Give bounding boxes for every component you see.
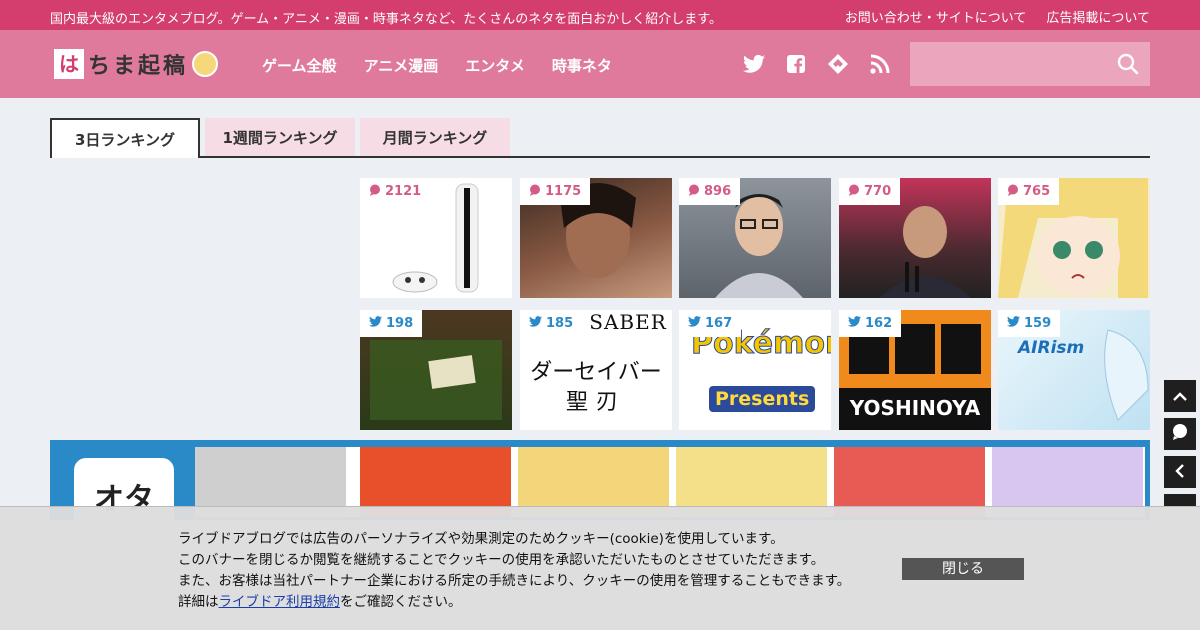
comment-count: 2121 <box>385 184 422 199</box>
twitter-icon[interactable] <box>742 52 766 76</box>
ranking-tabs: 3日ランキング 1週間ランキング 月間ランキング <box>50 118 1150 158</box>
twitter-icon <box>688 316 701 331</box>
chevron-up-icon <box>1173 387 1187 406</box>
logo-mark: は <box>54 49 84 79</box>
ranking-card[interactable]: 770 <box>839 178 991 298</box>
tab-1week[interactable]: 1週間ランキング <box>205 118 355 156</box>
comment-count-badge: 770 <box>839 178 901 205</box>
tab-monthly[interactable]: 月間ランキング <box>360 118 510 156</box>
cookie-line: このバナーを閉じるか閲覧を継続することでクッキーの使用を承認いただいたものとさせ… <box>178 552 825 568</box>
tweet-count-badge: 167 <box>679 310 742 337</box>
nav-item-entertainment[interactable]: エンタメ <box>465 55 525 76</box>
nav-item-anime-manga[interactable]: アニメ漫画 <box>364 55 439 76</box>
cookie-line: 詳細はライブドア利用規約をご確認ください。 <box>178 592 850 613</box>
comment-icon <box>688 184 700 200</box>
cookie-line: また、お客様は当社パートナー企業における所定の手続きにより、クッキーの使用を管理… <box>178 573 851 589</box>
facebook-icon[interactable] <box>784 52 808 76</box>
nav-item-games[interactable]: ゲーム全般 <box>262 55 337 76</box>
search-input[interactable] <box>910 42 1110 86</box>
nav-item-news[interactable]: 時事ネタ <box>552 55 612 76</box>
twitter-icon <box>529 316 542 331</box>
comment-icon <box>1007 184 1019 200</box>
thumbnail-text: Presents <box>709 386 816 412</box>
comment-count-badge: 896 <box>679 178 741 205</box>
comment-count: 765 <box>1023 184 1051 199</box>
comment-count: 770 <box>864 184 892 199</box>
cookie-close-button[interactable]: 閉じる <box>902 558 1024 580</box>
site-header: は ちま起稿 ゲーム全般 アニメ漫画 エンタメ 時事ネタ <box>0 30 1200 98</box>
comment-icon <box>529 184 541 200</box>
cookie-line-suffix: をご確認ください。 <box>340 594 462 610</box>
feedly-icon[interactable] <box>826 52 850 76</box>
cookie-notice-text: ライブドアブログでは広告のパーソナライズや効果測定のためクッキー(cookie)… <box>178 529 850 613</box>
comment-count: 1175 <box>545 184 582 199</box>
twitter-icon <box>1007 316 1020 331</box>
cookie-line-prefix: 詳細は <box>178 594 219 610</box>
ranking-card[interactable]: 198 <box>360 310 512 430</box>
tweet-count-badge: 198 <box>360 310 423 337</box>
tweet-count-badge: 159 <box>998 310 1061 337</box>
mascot-icon <box>192 51 219 77</box>
comments-button[interactable] <box>1164 418 1196 450</box>
comment-icon <box>369 184 381 200</box>
main-nav: ゲーム全般 アニメ漫画 エンタメ 時事ネタ <box>262 55 612 76</box>
ranking-card[interactable]: YOSHINOYA 162 <box>839 310 991 430</box>
tweet-count: 162 <box>865 316 893 331</box>
tweet-count-badge: 162 <box>839 310 902 337</box>
ranking-card[interactable]: 765 <box>998 178 1150 298</box>
cookie-banner: ライブドアブログでは広告のパーソナライズや効果測定のためクッキー(cookie)… <box>0 506 1200 630</box>
advertising-link[interactable]: 広告掲載について <box>1046 7 1150 26</box>
ranking-card[interactable]: 1175 <box>520 178 672 298</box>
tweet-count: 198 <box>386 316 414 331</box>
cookie-line: ライブドアブログでは広告のパーソナライズや効果測定のためクッキー(cookie)… <box>178 531 784 547</box>
terms-link[interactable]: ライブドア利用規約 <box>219 594 341 610</box>
tweet-count-badge: 185 <box>520 310 583 337</box>
scroll-top-button[interactable] <box>1164 380 1196 412</box>
tab-3day[interactable]: 3日ランキング <box>50 118 200 158</box>
ranking-card[interactable]: 2121 <box>360 178 512 298</box>
twitter-icon <box>848 316 861 331</box>
comment-icon <box>848 184 860 200</box>
thumbnail-text: YOSHINOYA <box>849 396 981 420</box>
thumbnail-text: AIRism <box>1018 338 1085 358</box>
comment-count-badge: 1175 <box>520 178 591 205</box>
next-button[interactable] <box>1164 494 1196 506</box>
tweet-count: 159 <box>1024 316 1052 331</box>
thumbnail-text: SABER <box>589 310 667 334</box>
logo-text: ちま起稿 <box>88 54 189 79</box>
top-links: お問い合わせ・サイトについて 広告掲載について <box>845 7 1150 26</box>
social-links <box>742 52 892 76</box>
twitter-icon <box>369 316 382 331</box>
thumbnail-text: 聖刃 <box>565 390 626 415</box>
site-tagline: 国内最大級のエンタメブログ。ゲーム・アニメ・漫画・時事ネタなど、たくさんのネタを… <box>50 12 722 27</box>
tweet-count: 185 <box>546 316 574 331</box>
ranking-card[interactable]: SABER ダーセイバー 聖刃 185 <box>520 310 672 430</box>
previous-button[interactable] <box>1164 456 1196 488</box>
ranking-card[interactable]: AIRism 159 <box>998 310 1150 430</box>
site-logo[interactable]: は ちま起稿 <box>54 48 219 80</box>
ranking-card[interactable]: 896 <box>679 178 831 298</box>
comment-count: 896 <box>704 184 732 199</box>
ranking-card[interactable]: Pokémon Presents 167 <box>679 310 831 430</box>
contact-link[interactable]: お問い合わせ・サイトについて <box>845 7 1027 26</box>
tweet-count: 167 <box>705 316 733 331</box>
rss-icon[interactable] <box>868 52 892 76</box>
top-info-bar: 国内最大級のエンタメブログ。ゲーム・アニメ・漫画・時事ネタなど、たくさんのネタを… <box>0 0 1200 30</box>
thumbnail-text: ダーセイバー <box>530 360 662 385</box>
ranking-grid: 2121 1175 896 770 765 198 SABER ダーセイバー 聖… <box>360 178 1150 430</box>
comment-icon <box>1171 423 1189 445</box>
search-box <box>910 42 1150 86</box>
search-icon[interactable] <box>1116 52 1140 76</box>
chevron-left-icon <box>1175 463 1185 482</box>
comment-count-badge: 2121 <box>360 178 431 205</box>
comment-count-badge: 765 <box>998 178 1060 205</box>
